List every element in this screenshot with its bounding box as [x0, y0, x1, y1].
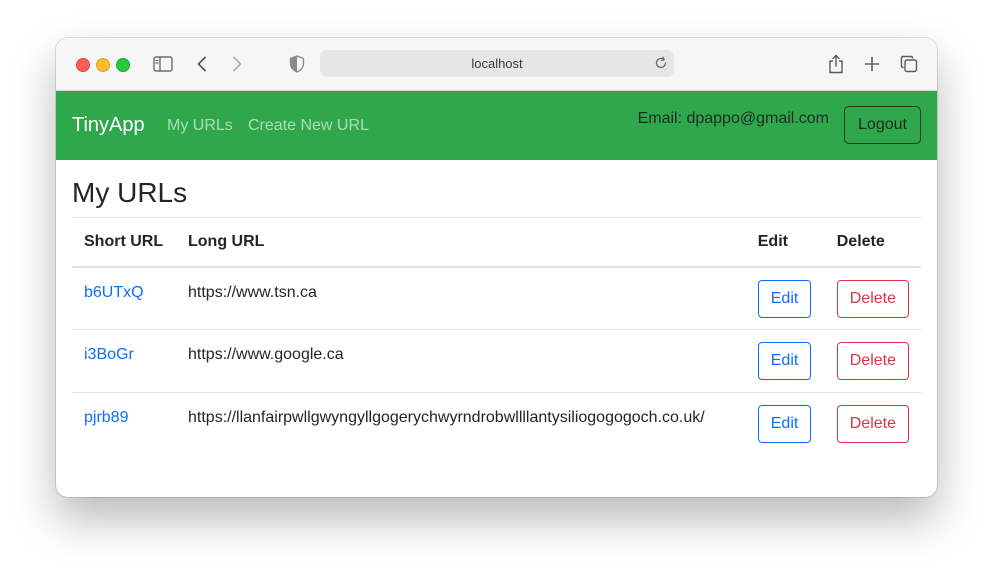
sidebar-icon[interactable] — [152, 53, 174, 75]
zoom-window-button[interactable] — [116, 58, 130, 72]
table-row: pjrb89 https://llanfairpwllgwyngyllgoger… — [72, 393, 921, 456]
browser-window: localhost TinyApp My URLs Create New URL… — [56, 38, 937, 497]
table-row: b6UTxQ https://www.tsn.ca Edit Delete — [72, 266, 921, 330]
minimize-window-button[interactable] — [96, 58, 110, 72]
edit-button[interactable]: Edit — [757, 279, 812, 318]
urls-table-container: Short URL Long URL Edit Delete b6UTxQ ht… — [72, 217, 921, 456]
short-url-link[interactable]: pjrb89 — [84, 393, 164, 427]
long-url-text: https://www.google.ca — [188, 346, 344, 363]
brand-link[interactable]: TinyApp — [72, 114, 145, 137]
reload-icon[interactable] — [654, 56, 668, 70]
address-bar[interactable]: localhost — [320, 50, 674, 77]
header-delete: Delete — [824, 217, 921, 268]
forward-icon[interactable] — [226, 53, 248, 75]
table-row: i3BoGr https://www.google.ca Edit Delete — [72, 329, 921, 393]
browser-toolbar: localhost — [56, 38, 937, 91]
edit-button[interactable]: Edit — [757, 405, 812, 443]
header-short-url: Short URL — [72, 217, 176, 268]
logout-button[interactable]: Logout — [844, 106, 921, 144]
close-window-button[interactable] — [76, 58, 90, 72]
short-url-link[interactable]: b6UTxQ — [84, 268, 164, 302]
long-url-text: https://www.tsn.ca — [188, 283, 317, 301]
share-icon[interactable] — [825, 53, 847, 75]
long-url-text: https://llanfairpwllgwyngyllgogerychwyrn… — [188, 409, 705, 426]
delete-button[interactable]: Delete — [836, 342, 909, 380]
shield-icon[interactable] — [286, 53, 308, 75]
back-icon[interactable] — [191, 53, 213, 75]
table-header-row: Short URL Long URL Edit Delete — [72, 217, 921, 268]
header-long-url: Long URL — [176, 217, 746, 268]
nav-link-create-new-url[interactable]: Create New URL — [248, 117, 369, 135]
short-url-link[interactable]: i3BoGr — [84, 330, 164, 364]
edit-button[interactable]: Edit — [757, 342, 812, 380]
header-edit: Edit — [745, 217, 825, 268]
delete-button[interactable]: Delete — [836, 279, 909, 318]
nav-link-my-urls[interactable]: My URLs — [167, 117, 233, 135]
new-tab-icon[interactable] — [861, 53, 883, 75]
urls-table: Short URL Long URL Edit Delete b6UTxQ ht… — [72, 217, 921, 456]
app-navbar: TinyApp My URLs Create New URL Email: dp… — [56, 91, 937, 160]
tabs-icon[interactable] — [898, 53, 920, 75]
delete-button[interactable]: Delete — [836, 405, 909, 443]
user-email: Email: dpappo@gmail.com — [637, 110, 829, 127]
page-title: My URLs — [72, 177, 188, 208]
address-text: localhost — [471, 56, 523, 71]
